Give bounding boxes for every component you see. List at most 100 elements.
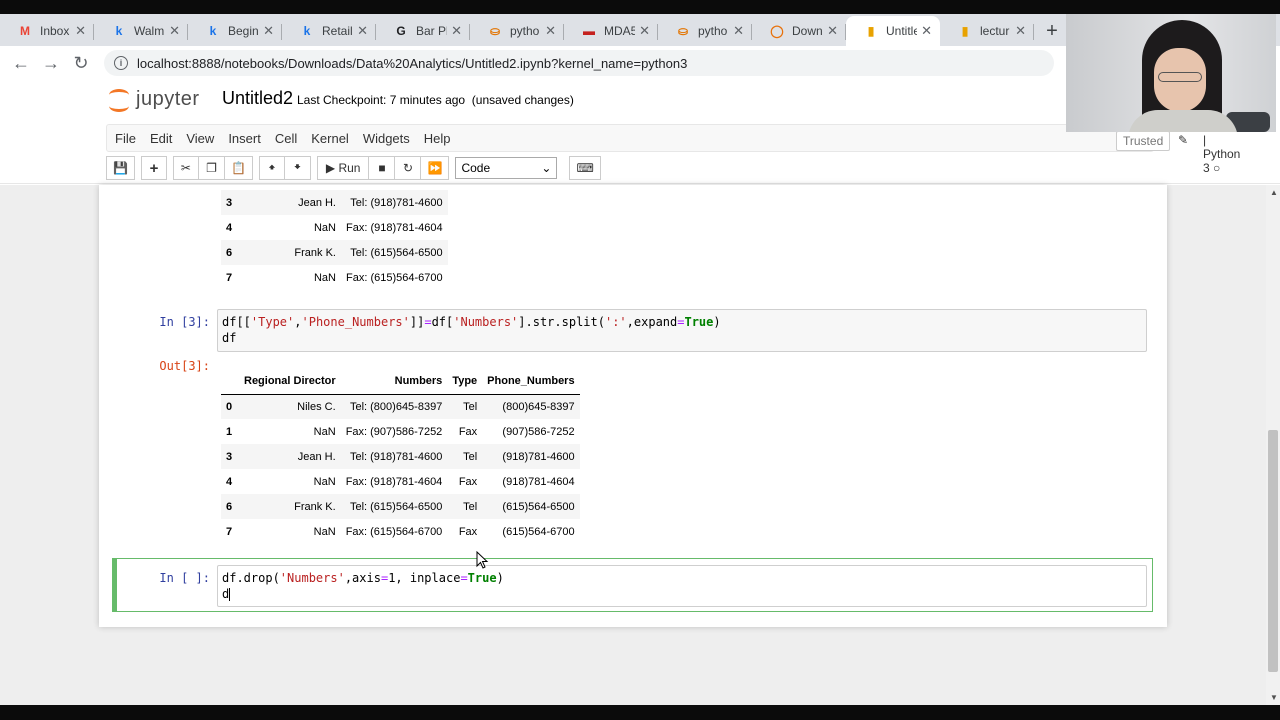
close-tab-icon[interactable]: ✕ [545,23,556,39]
jupyter-logo-icon [108,86,130,112]
table-cell: Fax: (918)781-4604 [345,475,443,488]
table-cell: Fax: (918)781-4604 [346,221,443,234]
new-tab-button[interactable]: + [1034,16,1070,46]
tab-title: Untitle [886,24,918,38]
browser-tab[interactable]: ▮ lectur ✕ [940,16,1034,46]
browser-tab[interactable]: G Bar Plo ✕ [376,16,470,46]
vertical-scrollbar[interactable]: ▲ ▼ [1266,185,1280,705]
browser-tab[interactable]: ⛀ pytho ✕ [470,16,564,46]
tab-favicon-icon: M [20,24,30,38]
jupyter-logo[interactable]: jupyter [108,86,200,112]
browser-tab[interactable]: ⛀ pytho ✕ [658,16,752,46]
menu-item[interactable]: Help [424,131,465,146]
menu-item[interactable]: File [115,131,150,146]
close-tab-icon[interactable]: ✕ [357,23,368,39]
command-palette-icon[interactable]: ⌨ [569,156,601,180]
tab-title: Walm [134,24,165,38]
save-icon[interactable]: 💾 [106,156,135,180]
reload-icon[interactable]: ↻ [66,53,96,74]
move-up-icon[interactable]: 🠹 [258,156,285,180]
edit-pencil-icon[interactable]: ✎ [1178,133,1188,147]
tab-title: Bar Plo [416,24,447,38]
table-cell: Frank K. [294,246,336,259]
close-tab-icon[interactable]: ✕ [1015,23,1026,39]
tab-title: MDA5 [604,24,636,38]
table-cell: Tel: (615)564-6500 [350,246,443,259]
jupyter-logo-text: jupyter [136,87,200,110]
move-down-icon[interactable]: 🠻 [284,156,311,180]
code-input-area[interactable]: df[['Type','Phone_Numbers']]=df['Numbers… [217,309,1147,352]
browser-tab[interactable]: k Beginn ✕ [188,16,282,46]
restart-icon[interactable]: ↻ [395,156,422,180]
browser-tab[interactable]: ▬ MDA5 ✕ [564,16,658,46]
column-header: Numbers [394,375,443,388]
close-tab-icon[interactable]: ✕ [639,23,650,39]
browser-tab[interactable]: k Retail ✕ [282,16,376,46]
cell-type-select[interactable]: Code ⌄ [455,157,558,179]
table-row: 4 NaN Fax: (918)781-4604 [221,215,448,240]
table-cell: (615)564-6700 [502,525,575,538]
table-cell: Niles C. [297,400,336,413]
mouse-pointer-icon [476,551,489,569]
table-cell: Tel: (615)564-6500 [349,500,443,513]
menu-item[interactable]: Cell [275,131,311,146]
close-tab-icon[interactable]: ✕ [733,23,744,39]
window-bottom-strip [0,705,1280,720]
table-cell: Tel: (918)781-4600 [350,196,443,209]
table-row: 6 Frank K. Tel: (615)564-6500 [221,240,448,265]
tab-title: Inbox [40,24,70,38]
paste-icon[interactable]: 📋 [224,156,253,180]
cut-icon[interactable]: ✂ [172,156,199,180]
tab-title: Retail [322,24,353,38]
table-row: 3 Jean H. Tel: (918)781-4600 [221,190,448,215]
table-cell: Fax [458,525,478,538]
browser-tab[interactable]: k Walm ✕ [94,16,188,46]
trusted-badge[interactable]: Trusted [1116,131,1171,151]
interrupt-icon[interactable]: ■ [369,156,396,180]
scroll-up-icon[interactable]: ▲ [1270,188,1278,197]
table-row: 0 Niles C. Tel: (800)645-8397 Tel (800)645-8… [221,394,580,419]
table-cell: NaN [313,475,336,488]
run-button[interactable]: ▶ Run [316,156,370,180]
site-info-icon[interactable]: i [114,56,128,70]
tab-title: lectur [980,24,1010,38]
menu-item[interactable]: Edit [150,131,186,146]
close-tab-icon[interactable]: ✕ [827,23,838,39]
copy-icon[interactable]: ❐ [198,156,225,180]
menu-item[interactable]: Kernel [311,131,363,146]
close-tab-icon[interactable]: ✕ [169,23,180,39]
dataframe-output-table: Regional Director Numbers Type Phone_Number… [221,369,580,544]
menu-item[interactable]: Widgets [363,131,424,146]
close-tab-icon[interactable]: ✕ [263,23,274,39]
output-prompt: Out[3]: [159,359,210,373]
active-code-input[interactable]: df.drop('Numbers',axis=1, inplace=True) … [217,565,1147,607]
browser-tab[interactable]: M Inbox ✕ [0,16,94,46]
table-cell: (918)781-4600 [502,450,575,463]
close-tab-icon[interactable]: ✕ [921,23,932,39]
chevron-down-icon: ⌄ [541,161,552,175]
restart-run-all-icon[interactable]: ⏩ [421,156,450,180]
tab-favicon-icon: k [115,24,123,38]
menu-item[interactable]: Insert [228,131,275,146]
close-tab-icon[interactable]: ✕ [451,23,462,39]
tab-favicon-icon: ▬ [583,24,595,38]
column-header: Type [452,375,478,388]
scroll-down-icon[interactable]: ▼ [1270,693,1278,702]
table-cell: 3 [226,450,233,463]
browser-tab[interactable]: ▮ Untitle ✕ [846,16,940,46]
url-field[interactable]: i localhost:8888/notebooks/Downloads/Dat… [104,50,1054,76]
scroll-thumb[interactable] [1268,430,1278,672]
menu-item[interactable]: View [186,131,228,146]
close-tab-icon[interactable]: ✕ [75,23,86,39]
column-header: Phone_Numbers [487,375,575,388]
menu-bar: File Edit View Insert Cell Kernel Widgets Help T… [106,124,1240,175]
back-icon[interactable]: ← [6,53,36,74]
insert-cell-icon[interactable]: + [140,156,167,180]
browser-tab[interactable]: ◯ Downl ✕ [752,16,846,46]
forward-icon[interactable]: → [36,53,66,74]
table-row: 1 NaN Fax: (907)586-7252 Fax (907)586-7252 [221,419,580,444]
tab-title: Downl [792,24,824,38]
table-cell: 3 [226,196,233,209]
notebook-name[interactable]: Untitled2 [222,88,293,109]
table-cell: 4 [226,475,233,488]
